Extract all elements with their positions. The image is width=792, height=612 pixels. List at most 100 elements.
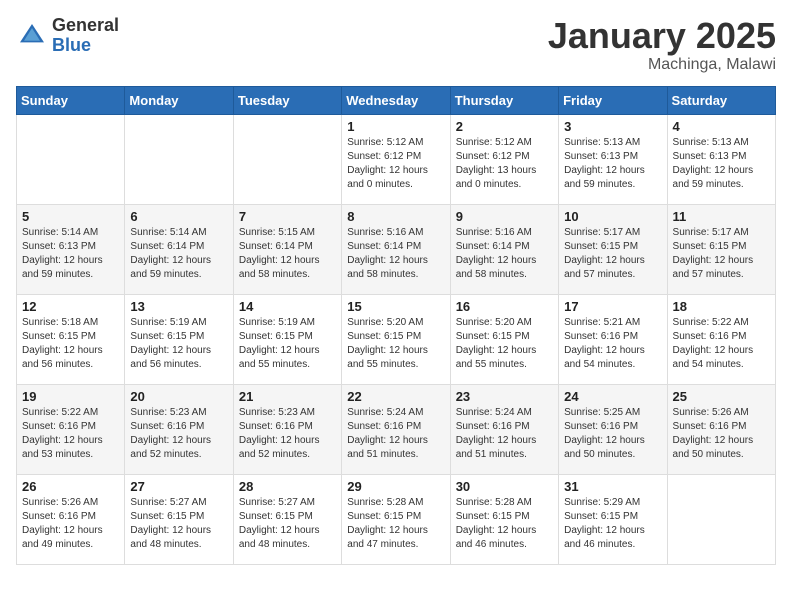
day-number: 31 <box>564 479 661 494</box>
day-number: 12 <box>22 299 119 314</box>
calendar-cell: 17 Sunrise: 5:21 AM Sunset: 6:16 PM Dayli… <box>559 294 667 384</box>
calendar-cell <box>667 474 775 564</box>
calendar-cell: 13 Sunrise: 5:19 AM Sunset: 6:15 PM Dayli… <box>125 294 233 384</box>
day-number: 5 <box>22 209 119 224</box>
cell-info: Sunrise: 5:22 AM Sunset: 6:16 PM Dayligh… <box>22 406 119 462</box>
day-number: 11 <box>673 209 770 224</box>
day-number: 17 <box>564 299 661 314</box>
calendar-cell: 15Sunrise: 5:20 AM Sunset: 6:15 PM Dayli… <box>342 294 450 384</box>
calendar-cell: 16 Sunrise: 5:20 AM Sunset: 6:15 PM Dayli… <box>450 294 558 384</box>
calendar-cell: 26 Sunrise: 5:26 AM Sunset: 6:16 PM Dayli… <box>17 474 125 564</box>
title-block: January 2025 Machinga, Malawi <box>548 16 776 74</box>
day-number: 8 <box>347 209 444 224</box>
day-number: 25 <box>673 389 770 404</box>
cell-info: Sunrise: 5:13 AM Sunset: 6:13 PM Dayligh… <box>673 136 770 192</box>
cell-info: Sunrise: 5:23 AM Sunset: 6:16 PM Dayligh… <box>130 406 227 462</box>
month-title: January 2025 <box>548 16 776 56</box>
day-number: 2 <box>456 119 553 134</box>
cell-info: Sunrise: 5:19 AM Sunset: 6:15 PM Dayligh… <box>130 316 227 372</box>
calendar-cell: 2 Sunrise: 5:12 AM Sunset: 6:12 PM Daylig… <box>450 114 558 204</box>
page-header: General Blue January 2025 Machinga, Mala… <box>16 16 776 74</box>
cell-info: Sunrise: 5:27 AM Sunset: 6:15 PM Dayligh… <box>130 496 227 552</box>
calendar-cell: 1 Sunrise: 5:12 AM Sunset: 6:12 PM Daylig… <box>342 114 450 204</box>
day-number: 26 <box>22 479 119 494</box>
logo-blue-text: Blue <box>52 36 119 56</box>
calendar-week-row: 1 Sunrise: 5:12 AM Sunset: 6:12 PM Daylig… <box>17 114 776 204</box>
cell-info: Sunrise: 5:29 AM Sunset: 6:15 PM Dayligh… <box>564 496 661 552</box>
calendar-cell: 8 Sunrise: 5:16 AM Sunset: 6:14 PM Daylig… <box>342 204 450 294</box>
day-number: 14 <box>239 299 336 314</box>
cell-info: Sunrise: 5:27 AM Sunset: 6:15 PM Dayligh… <box>239 496 336 552</box>
logo-icon <box>16 20 48 52</box>
weekday-header: Monday <box>125 86 233 114</box>
day-number: 1 <box>347 119 444 134</box>
cell-info: Sunrise: 5:14 AM Sunset: 6:14 PM Dayligh… <box>130 226 227 282</box>
cell-info: Sunrise: 5:28 AM Sunset: 6:15 PM Dayligh… <box>347 496 444 552</box>
cell-info: Sunrise: 5:14 AM Sunset: 6:13 PM Dayligh… <box>22 226 119 282</box>
day-number: 30 <box>456 479 553 494</box>
day-number: 10 <box>564 209 661 224</box>
cell-info: Sunrise: 5:25 AM Sunset: 6:16 PM Dayligh… <box>564 406 661 462</box>
cell-info: Sunrise: 5:26 AM Sunset: 6:16 PM Dayligh… <box>22 496 119 552</box>
calendar-cell: 7Sunrise: 5:15 AM Sunset: 6:14 PM Daylig… <box>233 204 341 294</box>
cell-info: Sunrise: 5:28 AM Sunset: 6:15 PM Dayligh… <box>456 496 553 552</box>
calendar-cell: 19 Sunrise: 5:22 AM Sunset: 6:16 PM Dayli… <box>17 384 125 474</box>
logo: General Blue <box>16 16 119 56</box>
day-number: 23 <box>456 389 553 404</box>
day-number: 21 <box>239 389 336 404</box>
logo-general-text: General <box>52 16 119 36</box>
calendar-cell: 22 Sunrise: 5:24 AM Sunset: 6:16 PM Dayli… <box>342 384 450 474</box>
calendar-cell: 28 Sunrise: 5:27 AM Sunset: 6:15 PM Dayli… <box>233 474 341 564</box>
cell-info: Sunrise: 5:24 AM Sunset: 6:16 PM Dayligh… <box>347 406 444 462</box>
cell-info: Sunrise: 5:18 AM Sunset: 6:15 PM Dayligh… <box>22 316 119 372</box>
day-number: 7 <box>239 209 336 224</box>
weekday-header: Sunday <box>17 86 125 114</box>
calendar-cell: 21 Sunrise: 5:23 AM Sunset: 6:16 PM Dayli… <box>233 384 341 474</box>
day-number: 6 <box>130 209 227 224</box>
cell-info: Sunrise: 5:17 AM Sunset: 6:15 PM Dayligh… <box>564 226 661 282</box>
calendar-cell: 9Sunrise: 5:16 AM Sunset: 6:14 PM Daylig… <box>450 204 558 294</box>
calendar-cell: 23 Sunrise: 5:24 AM Sunset: 6:16 PM Dayli… <box>450 384 558 474</box>
day-number: 3 <box>564 119 661 134</box>
day-number: 28 <box>239 479 336 494</box>
calendar-cell: 5 Sunrise: 5:14 AM Sunset: 6:13 PM Daylig… <box>17 204 125 294</box>
cell-info: Sunrise: 5:26 AM Sunset: 6:16 PM Dayligh… <box>673 406 770 462</box>
calendar-cell: 18 Sunrise: 5:22 AM Sunset: 6:16 PM Dayli… <box>667 294 775 384</box>
cell-info: Sunrise: 5:12 AM Sunset: 6:12 PM Dayligh… <box>456 136 553 192</box>
cell-info: Sunrise: 5:12 AM Sunset: 6:12 PM Dayligh… <box>347 136 444 192</box>
location-title: Machinga, Malawi <box>548 56 776 74</box>
calendar-cell <box>233 114 341 204</box>
calendar-cell: 25 Sunrise: 5:26 AM Sunset: 6:16 PM Dayli… <box>667 384 775 474</box>
day-number: 27 <box>130 479 227 494</box>
calendar-week-row: 19 Sunrise: 5:22 AM Sunset: 6:16 PM Dayli… <box>17 384 776 474</box>
calendar-header-row: SundayMondayTuesdayWednesdayThursdayFrid… <box>17 86 776 114</box>
calendar-cell: 6 Sunrise: 5:14 AM Sunset: 6:14 PM Daylig… <box>125 204 233 294</box>
cell-info: Sunrise: 5:16 AM Sunset: 6:14 PM Dayligh… <box>456 226 553 282</box>
cell-info: Sunrise: 5:24 AM Sunset: 6:16 PM Dayligh… <box>456 406 553 462</box>
weekday-header: Wednesday <box>342 86 450 114</box>
day-number: 13 <box>130 299 227 314</box>
cell-info: Sunrise: 5:20 AM Sunset: 6:15 PM Dayligh… <box>456 316 553 372</box>
calendar-cell: 4Sunrise: 5:13 AM Sunset: 6:13 PM Daylig… <box>667 114 775 204</box>
calendar-cell: 14Sunrise: 5:19 AM Sunset: 6:15 PM Dayli… <box>233 294 341 384</box>
cell-info: Sunrise: 5:16 AM Sunset: 6:14 PM Dayligh… <box>347 226 444 282</box>
day-number: 16 <box>456 299 553 314</box>
cell-info: Sunrise: 5:17 AM Sunset: 6:15 PM Dayligh… <box>673 226 770 282</box>
calendar-cell <box>17 114 125 204</box>
day-number: 29 <box>347 479 444 494</box>
day-number: 24 <box>564 389 661 404</box>
day-number: 22 <box>347 389 444 404</box>
calendar-cell: 3 Sunrise: 5:13 AM Sunset: 6:13 PM Daylig… <box>559 114 667 204</box>
calendar-cell: 11 Sunrise: 5:17 AM Sunset: 6:15 PM Dayli… <box>667 204 775 294</box>
day-number: 19 <box>22 389 119 404</box>
calendar-cell: 10 Sunrise: 5:17 AM Sunset: 6:15 PM Dayli… <box>559 204 667 294</box>
cell-info: Sunrise: 5:22 AM Sunset: 6:16 PM Dayligh… <box>673 316 770 372</box>
calendar-week-row: 5 Sunrise: 5:14 AM Sunset: 6:13 PM Daylig… <box>17 204 776 294</box>
calendar-table: SundayMondayTuesdayWednesdayThursdayFrid… <box>16 86 776 565</box>
day-number: 18 <box>673 299 770 314</box>
day-number: 15 <box>347 299 444 314</box>
cell-info: Sunrise: 5:23 AM Sunset: 6:16 PM Dayligh… <box>239 406 336 462</box>
cell-info: Sunrise: 5:21 AM Sunset: 6:16 PM Dayligh… <box>564 316 661 372</box>
cell-info: Sunrise: 5:13 AM Sunset: 6:13 PM Dayligh… <box>564 136 661 192</box>
calendar-cell: 31 Sunrise: 5:29 AM Sunset: 6:15 PM Dayli… <box>559 474 667 564</box>
